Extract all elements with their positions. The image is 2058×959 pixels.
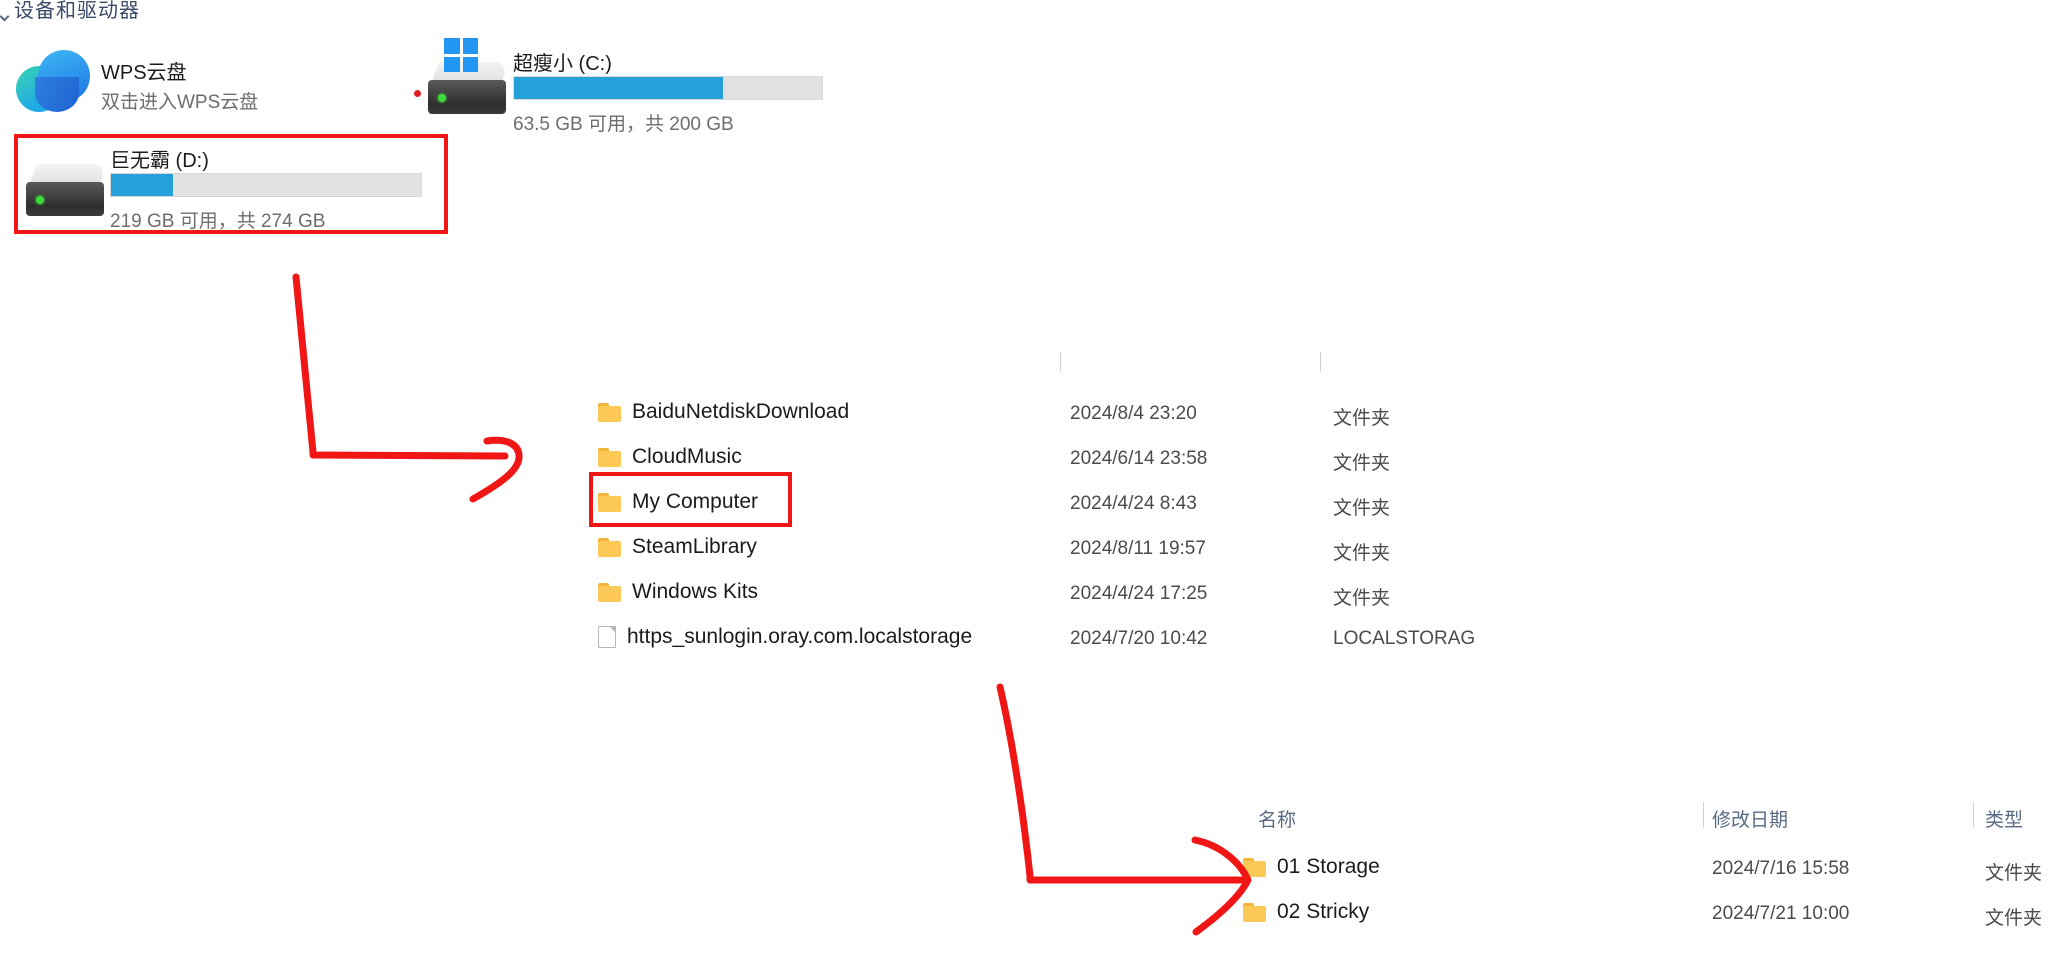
column-separator[interactable] [1973,802,1974,828]
folder-icon [598,402,621,422]
folder-icon [1243,902,1266,922]
folder-icon [598,447,621,467]
column-header-type[interactable]: 类型 [1985,805,2023,832]
file-date: 2024/7/16 15:58 [1712,858,1850,879]
file-date: 2024/4/24 17:25 [1070,583,1208,604]
column-separator[interactable] [1320,352,1321,372]
file-date: 2024/4/24 8:43 [1070,493,1197,514]
file-date: 2024/8/11 19:57 [1070,538,1206,559]
folder-icon [598,537,621,557]
file-name: https_sunlogin.oray.com.localstorage [627,625,973,648]
folder-icon [1243,857,1266,877]
table-row[interactable]: Windows Kits [598,580,758,604]
file-name: BaiduNetdiskDownload [632,400,850,423]
column-header-date[interactable]: 修改日期 [1070,352,1146,368]
file-type: 文件夹 [1333,453,1391,474]
hard-drive-icon [26,164,107,216]
file-type: 文件夹 [1333,498,1391,519]
file-name: SteamLibrary [632,535,757,558]
file-name: Windows Kits [632,580,759,603]
folder-icon [598,492,621,512]
file-name: 01 Storage [1277,855,1380,878]
drive-c-capacity-label: 63.5 GB 可用，共 200 GB [513,114,734,135]
table-row[interactable]: 01 Storage [1243,855,1380,879]
table-row[interactable]: https_sunlogin.oray.com.localstorage [598,625,972,649]
file-type: 文件夹 [1985,863,2043,884]
column-header-date[interactable]: 修改日期 [1712,805,1788,832]
windows-logo-icon [444,38,478,72]
file-name: CloudMusic [632,445,742,468]
file-date: 2024/7/20 10:42 [1070,628,1208,649]
screenshot-root: 设备和驱动器 WPS云盘 双击进入WPS云盘 超瘦小 (C:) 63.5 GB … [0,0,2058,959]
devices-and-drives-header: 设备和驱动器 [14,0,140,20]
file-date: 2024/6/14 23:58 [1070,448,1208,469]
wps-cloud-icon [16,50,90,112]
wps-cloud-title: WPS云盘 [101,62,187,84]
drive-d-capacity-label: 219 GB 可用，共 274 GB [110,211,326,232]
drive-c-title: 超瘦小 (C:) [513,53,612,75]
wps-cloud-subtitle: 双击进入WPS云盘 [101,92,259,113]
folder-icon [598,582,621,602]
table-row[interactable]: My Computer [598,490,758,514]
file-type: 文件夹 [1333,408,1391,429]
column-header-name[interactable]: 名称 [1258,805,1296,832]
drive-d-usage-bar [110,173,422,197]
table-row[interactable]: CloudMusic [598,445,742,469]
table-row[interactable]: SteamLibrary [598,535,757,559]
file-name: My Computer [632,490,759,513]
file-type: 文件夹 [1985,908,2043,929]
section-header-label: 设备和驱动器 [14,0,140,20]
file-type: LOCALSTORAG [1333,628,1476,649]
file-name: 02 Stricky [1277,900,1370,923]
file-date: 2024/7/21 10:00 [1712,903,1850,924]
file-icon [598,626,616,648]
column-separator[interactable] [1703,802,1704,828]
cursor-dot-marker [414,90,421,97]
chevron-down-icon[interactable] [0,11,10,22]
drive-c-usage-bar [513,76,823,100]
column-header-name[interactable]: 名称 [620,352,658,368]
drive-d-title: 巨无霸 (D:) [110,150,209,172]
file-date: 2024/8/4 23:20 [1070,403,1197,424]
file-type: 文件夹 [1333,588,1391,609]
file-type: 文件夹 [1333,543,1391,564]
table-row[interactable]: BaiduNetdiskDownload [598,400,849,424]
column-header-type[interactable]: 类型 [1333,352,1371,368]
column-separator[interactable] [1060,352,1061,372]
table-row[interactable]: 02 Stricky [1243,900,1369,924]
